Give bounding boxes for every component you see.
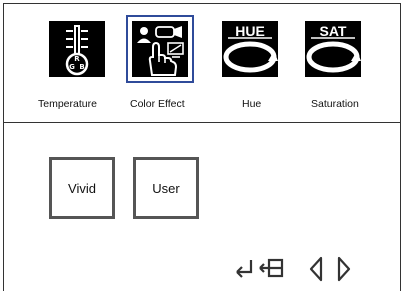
enter-icon[interactable] [234,256,254,280]
hue-tile[interactable]: HUE [222,21,278,77]
hue-ring-icon: HUE [222,21,278,77]
thermo-r-letter: R [74,55,80,63]
color-effect-hand-icon [132,21,188,77]
exit-icon[interactable] [258,256,284,280]
temperature-tile[interactable]: R G B [49,21,105,77]
color-effect-label: Color Effect [130,98,185,110]
sat-badge-text: SAT [320,23,347,39]
thermo-g-letter: G [69,63,75,71]
saturation-label: Saturation [311,98,359,110]
color-effect-tile[interactable] [126,15,194,83]
section-divider [3,122,401,123]
hue-badge-text: HUE [235,23,265,39]
user-button[interactable]: User [133,157,199,219]
temperature-label: Temperature [38,98,97,110]
right-arrow-icon[interactable] [337,256,351,282]
saturation-ring-icon: SAT [305,21,361,77]
left-arrow-icon[interactable] [309,256,323,282]
vivid-button[interactable]: Vivid [49,157,115,219]
thermo-b-letter: B [79,63,84,71]
saturation-tile[interactable]: SAT [305,21,361,77]
hue-label: Hue [242,98,262,110]
thermometer-rgb-icon: R G B [49,21,105,77]
